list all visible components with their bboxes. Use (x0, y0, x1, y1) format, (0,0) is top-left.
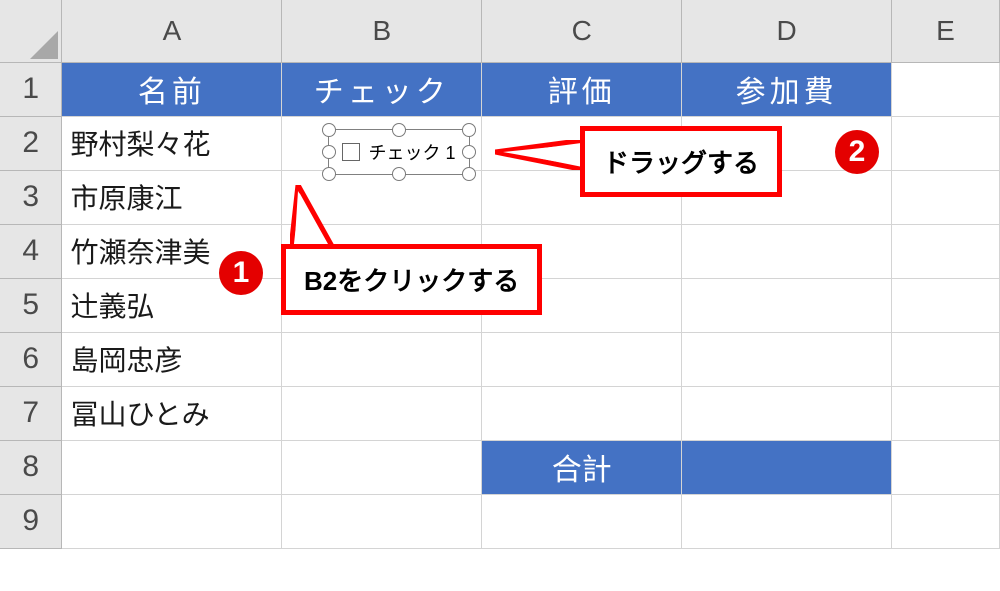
cell-D7[interactable] (682, 386, 892, 440)
row-header-7[interactable]: 7 (0, 386, 62, 440)
cell-D8[interactable] (682, 440, 892, 494)
cell-E9[interactable] (892, 494, 1000, 548)
cell-A1[interactable]: 名前 (62, 62, 282, 116)
cell-E6[interactable] (892, 332, 1000, 386)
row-header-4[interactable]: 4 (0, 224, 62, 278)
cell-A8[interactable] (62, 440, 282, 494)
row-header-3[interactable]: 3 (0, 170, 62, 224)
cell-B1[interactable]: チェック (282, 62, 482, 116)
cell-B7[interactable] (282, 386, 482, 440)
row-header-8[interactable]: 8 (0, 440, 62, 494)
row-header-2[interactable]: 2 (0, 116, 62, 170)
resize-handle-tr[interactable] (462, 123, 476, 137)
resize-handle-br[interactable] (462, 167, 476, 181)
col-header-D[interactable]: D (682, 0, 892, 62)
cell-A7[interactable]: 冨山ひとみ (62, 386, 282, 440)
cell-D1[interactable]: 参加費 (682, 62, 892, 116)
row-header-6[interactable]: 6 (0, 332, 62, 386)
cell-B9[interactable] (282, 494, 482, 548)
row-header-5[interactable]: 5 (0, 278, 62, 332)
resize-handle-bm[interactable] (392, 167, 406, 181)
callout-1: B2をクリックする (281, 244, 542, 315)
cell-E4[interactable] (892, 224, 1000, 278)
cell-D6[interactable] (682, 332, 892, 386)
checkbox-icon (342, 143, 360, 161)
callout-2: ドラッグする (580, 126, 782, 197)
col-header-E[interactable]: E (892, 0, 1000, 62)
cell-E2[interactable] (892, 116, 1000, 170)
col-header-B[interactable]: B (282, 0, 482, 62)
cell-C7[interactable] (482, 386, 682, 440)
cell-E7[interactable] (892, 386, 1000, 440)
select-all-corner[interactable] (0, 0, 62, 62)
col-header-C[interactable]: C (482, 0, 682, 62)
select-all-icon (30, 31, 58, 59)
cell-E3[interactable] (892, 170, 1000, 224)
cell-C9[interactable] (482, 494, 682, 548)
cell-A9[interactable] (62, 494, 282, 548)
row-header-1[interactable]: 1 (0, 62, 62, 116)
cell-B6[interactable] (282, 332, 482, 386)
callout-2-text: ドラッグする (603, 148, 759, 178)
checkbox-label: チェック 1 (368, 139, 455, 165)
resize-handle-ml[interactable] (322, 145, 336, 159)
row-header-9[interactable]: 9 (0, 494, 62, 548)
col-header-A[interactable]: A (62, 0, 282, 62)
cell-E8[interactable] (892, 440, 1000, 494)
cell-C8[interactable]: 合計 (482, 440, 682, 494)
cell-A6[interactable]: 島岡忠彦 (62, 332, 282, 386)
resize-handle-tl[interactable] (322, 123, 336, 137)
cell-E5[interactable] (892, 278, 1000, 332)
cell-B8[interactable] (282, 440, 482, 494)
cell-D4[interactable] (682, 224, 892, 278)
cell-D5[interactable] (682, 278, 892, 332)
cell-A2[interactable]: 野村梨々花 (62, 116, 282, 170)
resize-handle-mr[interactable] (462, 145, 476, 159)
cell-C6[interactable] (482, 332, 682, 386)
cell-A3[interactable]: 市原康江 (62, 170, 282, 224)
checkbox-control[interactable]: チェック 1 (328, 129, 470, 175)
resize-handle-bl[interactable] (322, 167, 336, 181)
cell-C1[interactable]: 評価 (482, 62, 682, 116)
callout-1-text: B2をクリックする (304, 266, 519, 296)
cell-E1[interactable] (892, 62, 1000, 116)
cell-D9[interactable] (682, 494, 892, 548)
callout-2-arrow-icon (495, 140, 585, 170)
step-badge-2: 2 (835, 130, 879, 174)
resize-handle-tm[interactable] (392, 123, 406, 137)
step-badge-1: 1 (219, 251, 263, 295)
